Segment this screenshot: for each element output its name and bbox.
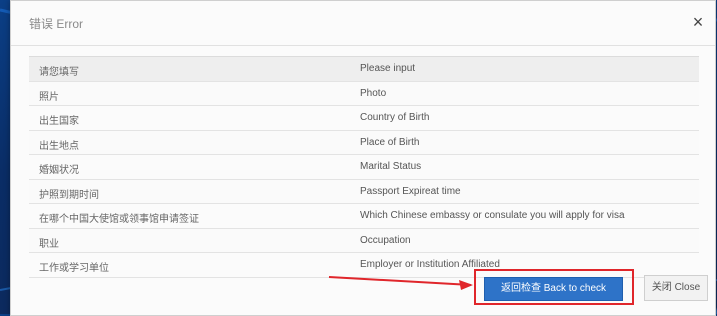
table-row: 婚姻状况 Marital Status [29,155,699,180]
field-name-en: Occupation [360,234,411,246]
field-name-en: Country of Birth [360,112,430,123]
highlight-box: 返回检查 Back to check [474,269,634,305]
field-name-en: Please input [360,63,416,74]
dialog-footer: 返回检查 Back to check 关闭 Close [11,265,715,315]
table-row: 职业 Occupation [29,228,699,253]
table-row: 在哪个中国大使馆或领事馆申请签证 Which Chinese embassy o… [29,204,699,229]
field-name-en: Place of Birth [360,136,420,148]
dialog-title: 错误 Error [29,17,84,31]
table-row: 护照到期时间 Passport Expireat time [29,179,699,204]
field-name-cn: 在哪个中国大使馆或领事馆申请签证 [39,214,199,225]
back-to-check-button[interactable]: 返回检查 Back to check [484,277,623,301]
field-name-cn: 照片 [39,91,59,103]
table-row: 出生国家 Country of Birth [29,106,699,131]
field-name-cn: 请您填写 [39,67,79,78]
field-name-cn: 护照到期时间 [39,189,99,201]
dialog-title-bar: 错误 Error × [11,1,715,46]
table-row: 出生地点 Place of Birth [29,130,699,155]
field-name-cn: 出生国家 [39,116,79,127]
field-name-cn: 婚姻状况 [39,165,79,176]
field-name-cn: 出生地点 [39,140,79,152]
close-button[interactable]: 关闭 Close [644,275,708,301]
table-row: 请您填写 Please input [29,57,699,82]
field-name-en: Marital Status [360,161,422,172]
field-name-en: Photo [360,87,387,99]
field-name-en: Passport Expireat time [360,185,461,197]
error-list: 请您填写 Please input 照片 Photo 出生国家 Country … [29,56,699,278]
table-row: 照片 Photo [29,81,699,106]
field-name-en: Which Chinese embassy or consulate you w… [360,210,625,221]
close-icon[interactable]: × [689,13,707,31]
error-dialog: 错误 Error × 请您填写 Please input 照片 Photo 出生… [10,0,716,316]
field-name-cn: 职业 [39,238,59,250]
